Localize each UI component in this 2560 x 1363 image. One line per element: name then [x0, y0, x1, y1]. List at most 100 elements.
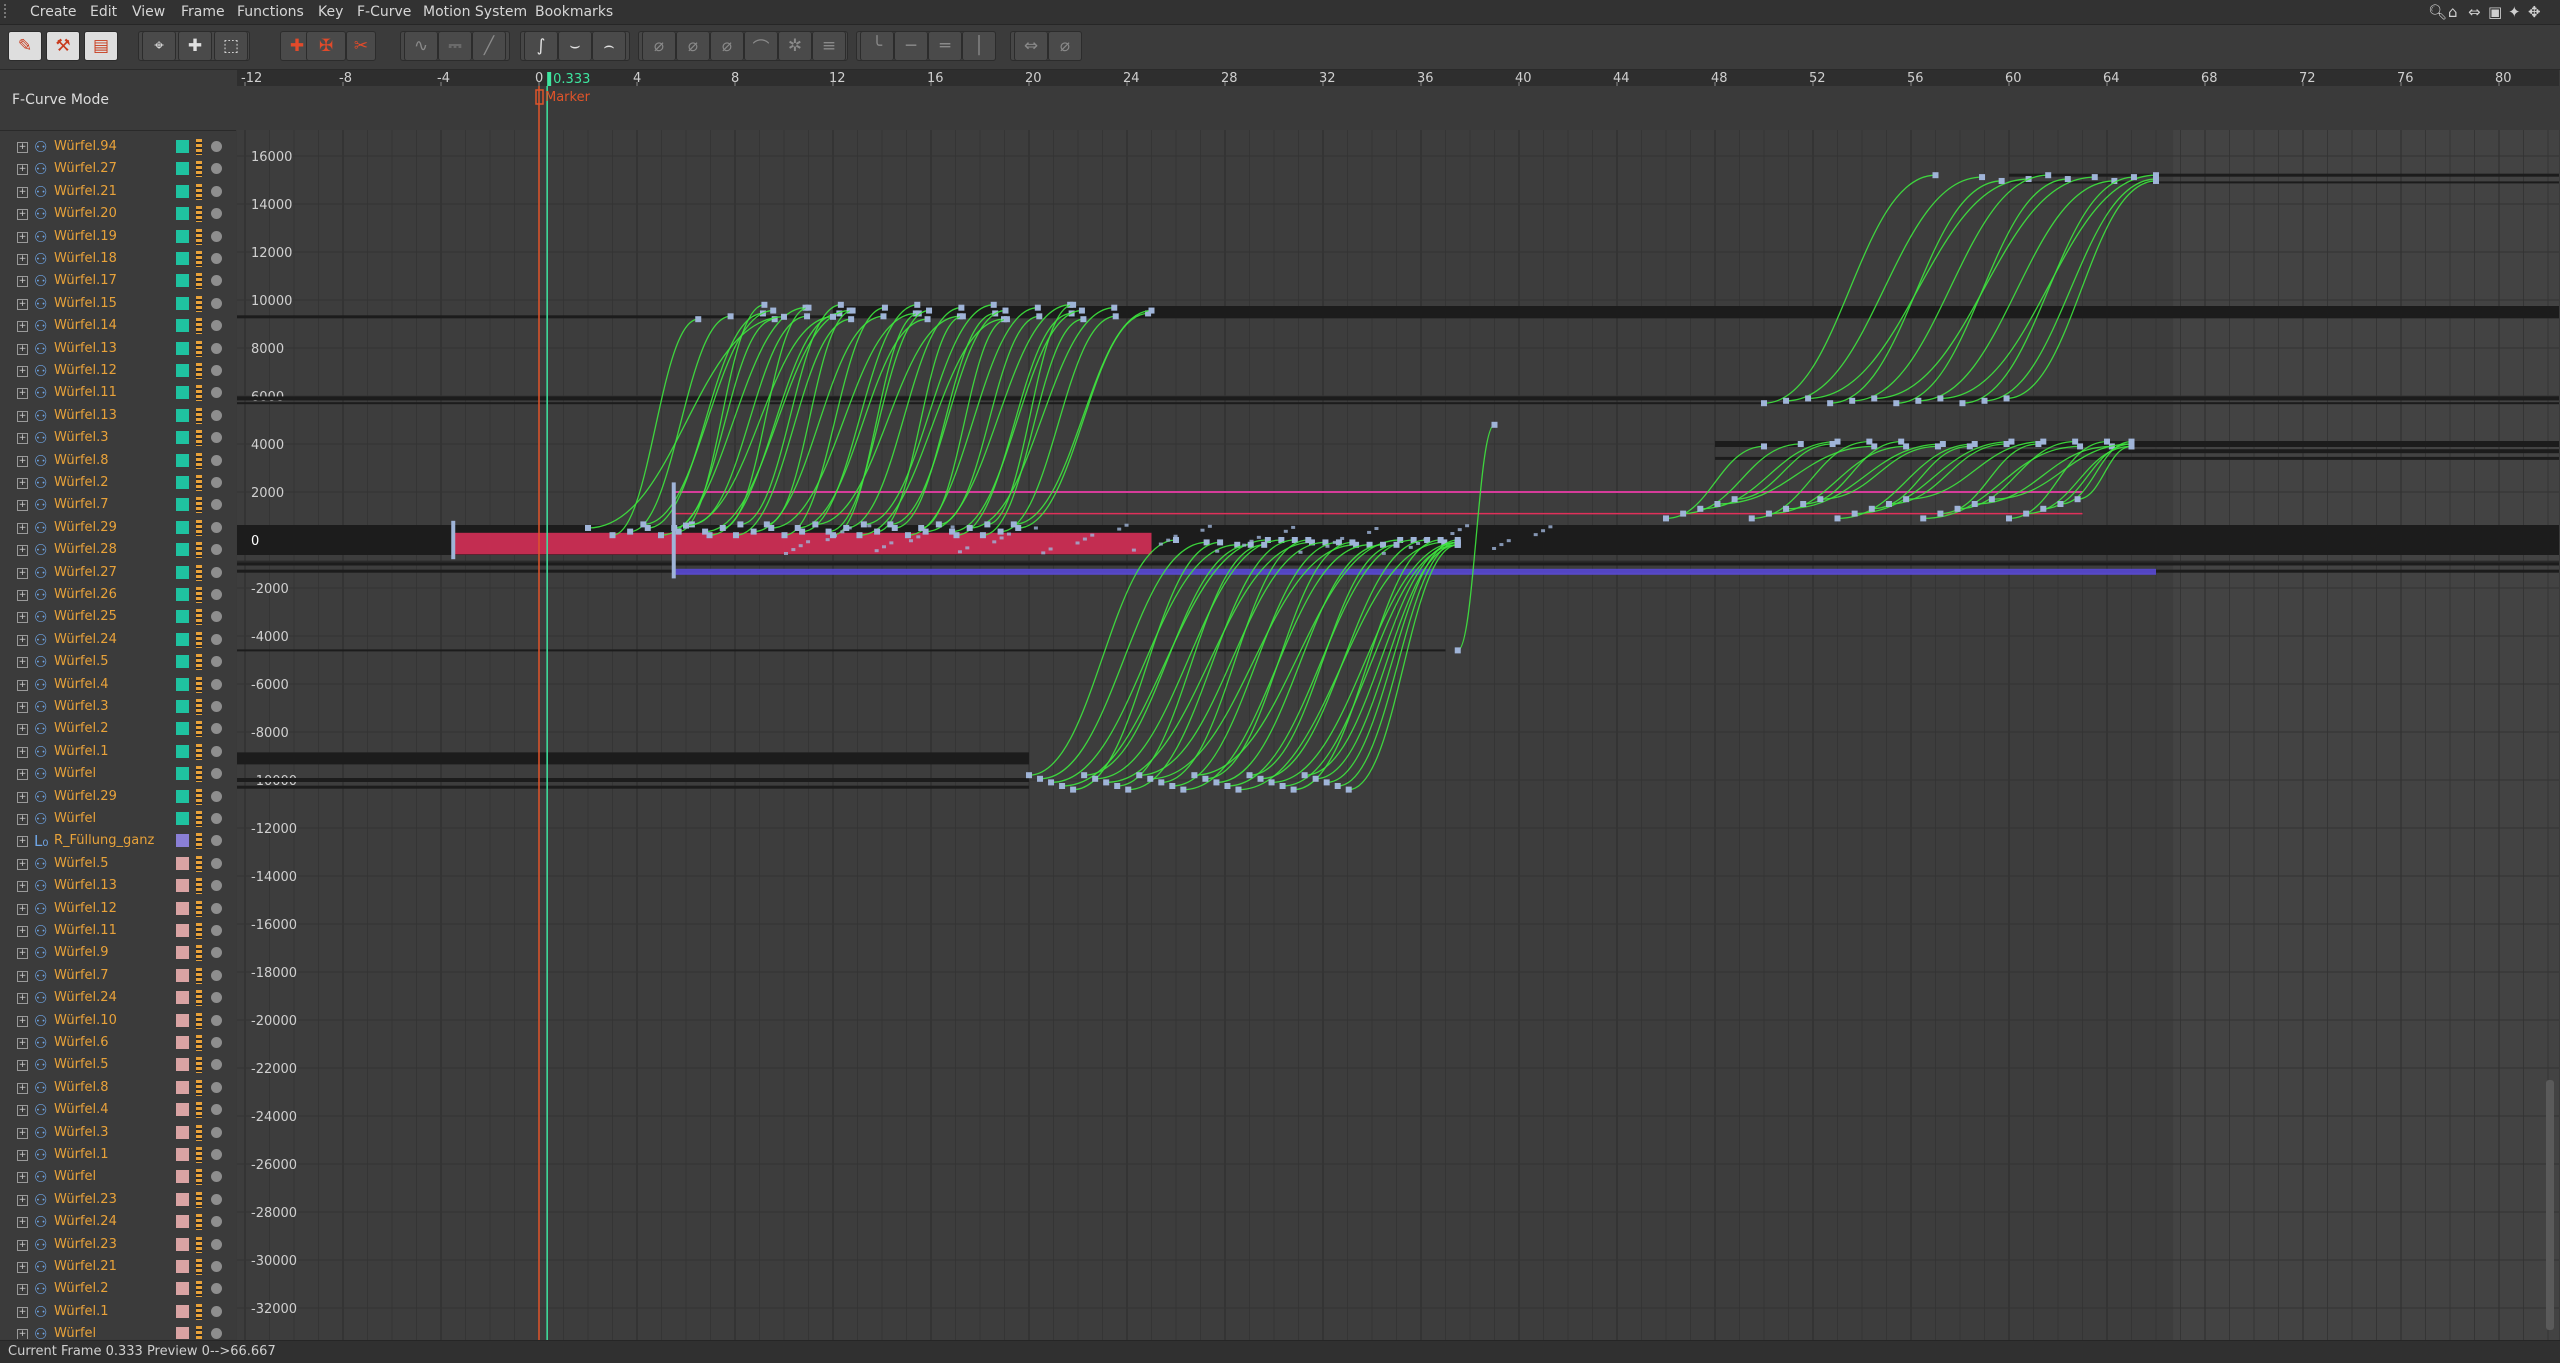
- ease-ease-icon[interactable]: ∫: [524, 31, 558, 61]
- expand-icon[interactable]: +: [17, 769, 28, 781]
- layer-color-swatch[interactable]: [176, 1327, 189, 1339]
- tree-row[interactable]: + ⚇ Würfel.19: [0, 227, 236, 249]
- visibility-dot-icon[interactable]: [211, 902, 222, 914]
- layer-color-swatch[interactable]: [176, 1080, 189, 1094]
- layer-color-swatch[interactable]: [176, 453, 189, 467]
- layer-bar-icon[interactable]: [196, 1079, 202, 1096]
- layer-color-swatch[interactable]: [176, 476, 189, 489]
- visibility-dot-icon[interactable]: [211, 969, 222, 981]
- layer-color-swatch[interactable]: [176, 991, 189, 1005]
- layer-bar-icon[interactable]: [196, 587, 202, 603]
- visibility-dot-icon[interactable]: [211, 723, 222, 735]
- layer-bar-icon[interactable]: [196, 1012, 202, 1029]
- layer-bar-icon[interactable]: [196, 1214, 202, 1231]
- expand-icon[interactable]: +: [17, 1060, 28, 1072]
- visibility-dot-icon[interactable]: [211, 790, 222, 802]
- expand-icon[interactable]: +: [17, 500, 28, 512]
- tree-row[interactable]: + ⚇ Würfel.25: [0, 607, 236, 629]
- layer-bar-icon[interactable]: [196, 1169, 202, 1186]
- visibility-dot-icon[interactable]: [211, 365, 222, 376]
- tree-row[interactable]: + L₀ R_Füllung_ganz: [0, 831, 236, 853]
- tree-row[interactable]: + ⚇ Würfel.11: [0, 921, 236, 943]
- visibility-dot-icon[interactable]: [211, 275, 222, 287]
- layer-color-swatch[interactable]: [176, 677, 189, 691]
- layer-bar-icon[interactable]: [196, 721, 202, 738]
- layer-color-swatch[interactable]: [176, 184, 189, 198]
- tree-row[interactable]: + ⚇ Würfel.10: [0, 1011, 236, 1033]
- layer-color-swatch[interactable]: [176, 812, 189, 825]
- layer-color-swatch[interactable]: [176, 543, 189, 557]
- expand-icon[interactable]: +: [17, 1172, 28, 1184]
- maximize-icon[interactable]: ▣: [2488, 3, 2502, 21]
- expand-icon[interactable]: +: [17, 321, 28, 333]
- layer-color-swatch[interactable]: [176, 700, 189, 713]
- tree-row[interactable]: + ⚇ Würfel.5: [0, 652, 236, 674]
- move-icon[interactable]: ✥: [2528, 3, 2541, 21]
- expand-icon[interactable]: +: [17, 746, 28, 758]
- layer-color-swatch[interactable]: [176, 968, 189, 982]
- expand-icon[interactable]: +: [17, 522, 28, 534]
- expand-icon[interactable]: +: [17, 231, 28, 243]
- layer-color-swatch[interactable]: [176, 655, 189, 669]
- expand-icon[interactable]: +: [17, 1284, 28, 1296]
- expand-icon[interactable]: +: [17, 903, 28, 915]
- layer-bar-icon[interactable]: [196, 1303, 202, 1320]
- layer-bar-icon[interactable]: [196, 475, 202, 491]
- tree-row[interactable]: + ⚇ Würfel.29: [0, 787, 236, 809]
- layer-bar-icon[interactable]: [196, 206, 202, 223]
- layer-bar-icon[interactable]: [196, 1102, 202, 1119]
- tree-row[interactable]: + ⚇ Würfel.13: [0, 876, 236, 898]
- expand-icon[interactable]: +: [17, 657, 28, 669]
- tree-row[interactable]: + ⚇ Würfel.21: [0, 1257, 236, 1279]
- visibility-dot-icon[interactable]: [211, 1171, 222, 1183]
- tree-row[interactable]: + ⚇ Würfel.2: [0, 473, 236, 495]
- tree-row[interactable]: + ⚇ Würfel.17: [0, 271, 236, 293]
- expand-icon[interactable]: +: [17, 702, 28, 713]
- tree-row[interactable]: + ⚇ Würfel.7: [0, 966, 236, 988]
- expand-icon[interactable]: +: [17, 254, 28, 265]
- layer-color-swatch[interactable]: [176, 767, 189, 781]
- layer-bar-icon[interactable]: [196, 811, 202, 827]
- layer-bar-icon[interactable]: [196, 295, 202, 312]
- add-keys-icon[interactable]: ✠: [306, 31, 346, 61]
- layer-bar-icon[interactable]: [196, 519, 202, 536]
- layer-color-swatch[interactable]: [176, 924, 189, 937]
- record-key-icon[interactable]: ✎: [8, 31, 42, 61]
- layer-color-swatch[interactable]: [176, 1013, 189, 1027]
- layer-color-swatch[interactable]: [176, 229, 189, 243]
- visibility-dot-icon[interactable]: [211, 185, 222, 197]
- tree-row[interactable]: + ⚇ Würfel.24: [0, 1212, 236, 1234]
- menu-grip-icon[interactable]: [4, 4, 18, 18]
- step-icon[interactable]: ⎓: [438, 31, 472, 61]
- expand-icon[interactable]: +: [17, 858, 28, 870]
- visibility-dot-icon[interactable]: [211, 342, 222, 354]
- layer-color-swatch[interactable]: [176, 408, 189, 422]
- spline-icon[interactable]: ∿: [404, 31, 438, 61]
- pin-icon[interactable]: ✦: [2508, 3, 2521, 21]
- tree-row[interactable]: + ⚇ Würfel.8: [0, 451, 236, 473]
- layer-bar-icon[interactable]: [196, 900, 202, 917]
- visibility-dot-icon[interactable]: [211, 253, 222, 264]
- layer-color-swatch[interactable]: [176, 1237, 189, 1251]
- layer-color-swatch[interactable]: [176, 520, 189, 534]
- layer-bar-icon[interactable]: [196, 161, 202, 178]
- tree-row[interactable]: + ⚇ Würfel.28: [0, 540, 236, 562]
- expand-icon[interactable]: +: [17, 478, 28, 489]
- menu-edit[interactable]: Edit: [90, 4, 117, 20]
- visibility-dot-icon[interactable]: [211, 947, 222, 959]
- expand-icon[interactable]: +: [17, 970, 28, 982]
- expand-icon[interactable]: +: [17, 1150, 28, 1161]
- layer-bar-icon[interactable]: [196, 497, 202, 514]
- tree-row[interactable]: + ⚇ Würfel.3: [0, 428, 236, 450]
- expand-icon[interactable]: +: [17, 343, 28, 355]
- visibility-dot-icon[interactable]: [211, 1149, 222, 1160]
- layer-color-swatch[interactable]: [176, 744, 189, 758]
- tree-row[interactable]: + ⚇ Würfel: [0, 809, 236, 831]
- tree-row[interactable]: + ⚇ Würfel.13: [0, 406, 236, 428]
- layer-bar-icon[interactable]: [196, 676, 202, 693]
- visibility-dot-icon[interactable]: [211, 1261, 222, 1272]
- layer-bar-icon[interactable]: [196, 542, 202, 559]
- tangent-clamp-icon[interactable]: ✲: [778, 31, 812, 61]
- expand-icon[interactable]: +: [17, 1038, 28, 1049]
- tree-row[interactable]: + ⚇ Würfel.18: [0, 249, 236, 271]
